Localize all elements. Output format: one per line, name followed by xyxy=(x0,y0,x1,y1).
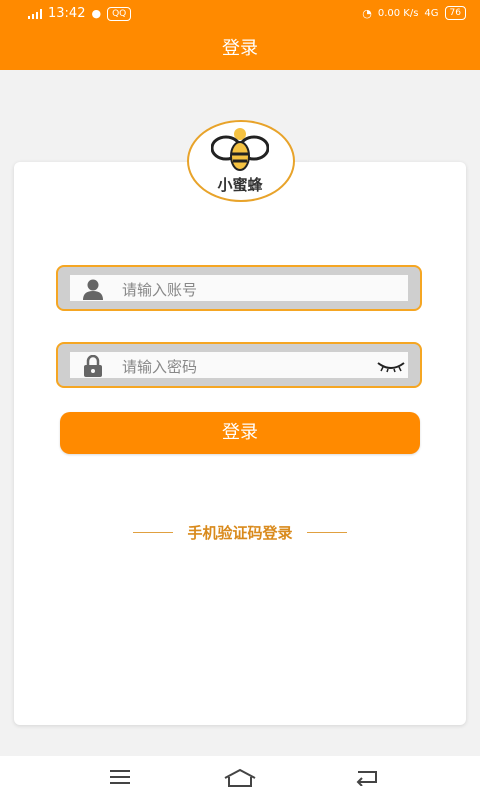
sms-login-link[interactable]: 手机验证码登录 xyxy=(116,520,364,544)
back-icon[interactable] xyxy=(354,768,380,786)
user-icon xyxy=(83,279,103,300)
page-title: 登录 xyxy=(0,28,480,70)
account-input[interactable] xyxy=(120,277,354,303)
password-input[interactable] xyxy=(120,354,354,380)
menu-icon[interactable] xyxy=(108,768,132,786)
app-logo: 小蜜蜂 xyxy=(187,120,295,202)
login-button[interactable]: 登录 xyxy=(60,412,420,454)
alarm-icon: ◔ xyxy=(362,6,372,20)
divider-right xyxy=(306,531,347,533)
net-speed: 0.00 K/s xyxy=(377,7,419,19)
system-nav-bar xyxy=(0,756,480,800)
notification-icon: ● xyxy=(91,7,102,20)
app-name: 小蜜蜂 xyxy=(217,176,263,194)
network-type: 4G xyxy=(424,7,439,19)
battery-indicator: 76 xyxy=(444,6,466,20)
status-bar: 13:42 ● QQ ◔ 0.00 K/s 4G 76 xyxy=(0,0,480,28)
account-field[interactable] xyxy=(56,265,422,311)
password-field[interactable] xyxy=(56,342,422,388)
sms-login-label: 手机验证码登录 xyxy=(187,523,293,542)
signal-icon xyxy=(28,8,42,19)
home-icon[interactable] xyxy=(223,768,257,788)
lock-icon xyxy=(84,355,102,377)
eye-closed-icon[interactable] xyxy=(376,359,406,373)
status-time: 13:42 xyxy=(48,6,86,21)
divider-left xyxy=(133,531,174,533)
notification-badge: QQ xyxy=(107,6,132,21)
bee-icon xyxy=(211,128,269,171)
